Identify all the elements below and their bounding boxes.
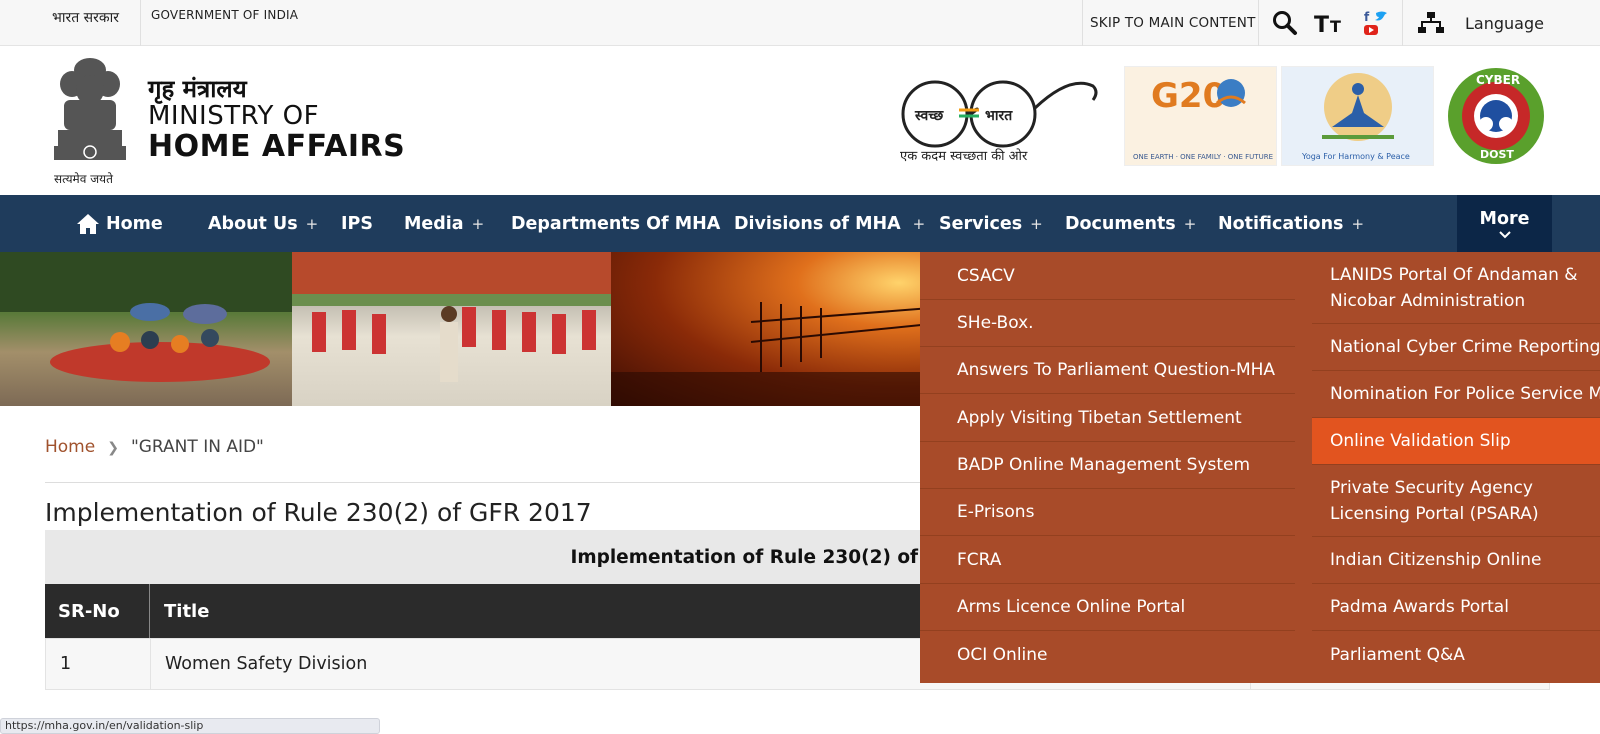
menu-item-citizenship[interactable]: Indian Citizenship Online xyxy=(1312,537,1600,584)
banner-image-parade xyxy=(292,252,611,406)
more-dropdown-menu: CSACV SHe-Box. Answers To Parliament Que… xyxy=(920,252,1600,683)
menu-item-she-box[interactable]: SHe-Box. xyxy=(920,300,1295,347)
svg-text:T: T xyxy=(1314,13,1329,35)
cyber-top-text: CYBER xyxy=(1476,73,1520,87)
nav-notifications-label: Notifications xyxy=(1218,213,1344,234)
menu-item-parliament-qa[interactable]: Parliament Q&A xyxy=(1312,631,1600,678)
divider xyxy=(45,482,935,483)
expand-plus-icon: + xyxy=(305,214,319,233)
menu-item-psara[interactable]: Private Security Agency Licensing Portal… xyxy=(1312,465,1600,537)
nav-services[interactable]: Services + xyxy=(939,195,1043,252)
nav-more-label: More xyxy=(1479,208,1530,229)
sitemap-icon[interactable] xyxy=(1408,0,1454,46)
chevron-right-icon: ❯ xyxy=(107,440,119,456)
nav-ips[interactable]: IPS xyxy=(341,195,373,252)
site-header: सत्यमेव जयते गृह मंत्रालय MINISTRY OF HO… xyxy=(0,46,1600,195)
expand-plus-icon: + xyxy=(912,214,926,233)
banner-image-flood-rescue xyxy=(0,252,292,406)
ministry-name-line2: HOME AFFAIRS xyxy=(148,129,406,164)
menu-item-arms-licence[interactable]: Arms Licence Online Portal xyxy=(920,584,1295,631)
svg-text:T: T xyxy=(1330,17,1341,35)
g20-logo[interactable]: G20 ONE EARTH · ONE FAMILY · ONE FUTURE xyxy=(1124,66,1277,166)
nav-divisions[interactable]: Divisions of MHA + xyxy=(734,195,925,252)
menu-item-online-validation-slip[interactable]: Online Validation Slip xyxy=(1312,418,1600,465)
menu-item-padma-awards[interactable]: Padma Awards Portal xyxy=(1312,584,1600,631)
search-icon[interactable] xyxy=(1262,0,1308,46)
column-header-title: Title xyxy=(164,600,210,622)
cell-sr-no: 1 xyxy=(46,639,151,689)
expand-plus-icon: + xyxy=(1183,214,1197,233)
divider xyxy=(1082,0,1083,46)
language-selector[interactable]: Language xyxy=(1465,14,1544,33)
cyber-bottom-text: DOST xyxy=(1480,148,1514,161)
g20-text: G20 xyxy=(1151,76,1226,116)
nav-notifications[interactable]: Notifications + xyxy=(1218,195,1364,252)
nav-services-label: Services xyxy=(939,213,1023,234)
top-bar: भारत सरकार GOVERNMENT OF INDIA SKIP TO M… xyxy=(0,0,1600,46)
cell-title-link[interactable]: Women Safety Division xyxy=(151,639,367,689)
nav-more[interactable]: More xyxy=(1457,195,1552,252)
breadcrumb-current: "GRANT IN AID" xyxy=(130,437,264,457)
main-navigation: Home About Us + IPS Media + Departments Of… xyxy=(0,195,1600,252)
home-icon xyxy=(77,213,99,234)
ministry-name-line1: MINISTRY OF xyxy=(148,101,320,131)
government-hindi-label: भारत सरकार xyxy=(52,10,119,26)
cyber-dost-logo[interactable]: CYBER DOST xyxy=(1440,66,1552,166)
menu-item-parliament-answers[interactable]: Answers To Parliament Question-MHA xyxy=(920,347,1295,394)
menu-item-e-prisons[interactable]: E-Prisons xyxy=(920,489,1295,536)
divider xyxy=(140,0,141,46)
nav-divisions-label: Divisions of MHA xyxy=(734,213,901,234)
social-media-icon[interactable]: f xyxy=(1354,0,1400,46)
chevron-down-icon xyxy=(1498,230,1511,238)
menu-item-fcra[interactable]: FCRA xyxy=(920,536,1295,584)
banner-image-border-fence xyxy=(611,252,932,406)
nav-home-label: Home xyxy=(106,213,163,234)
menu-item-cyber-crime[interactable]: National Cyber Crime Reporting Portal xyxy=(1312,324,1600,371)
column-header-sr-no: SR-No xyxy=(45,584,150,638)
divider xyxy=(1258,0,1259,46)
skip-to-main-content-link[interactable]: SKIP TO MAIN CONTENT xyxy=(1090,15,1256,31)
breadcrumb: Home ❯ "GRANT IN AID" xyxy=(45,437,264,457)
menu-item-tibetan-settlement[interactable]: Apply Visiting Tibetan Settlement xyxy=(920,394,1295,442)
government-english-label: GOVERNMENT OF INDIA xyxy=(151,8,299,22)
nav-about-label: About Us xyxy=(208,213,298,234)
nav-ips-label: IPS xyxy=(341,213,373,234)
yoga-day-logo[interactable]: Yoga For Harmony & Peace xyxy=(1281,66,1434,166)
nav-home[interactable]: Home xyxy=(76,195,163,252)
nav-media-label: Media xyxy=(404,213,464,234)
svg-text:f: f xyxy=(1364,10,1370,24)
swachh-caption: एक कदम स्वच्छता की ओर xyxy=(900,149,1028,164)
page-title: Implementation of Rule 230(2) of GFR 201… xyxy=(45,498,592,527)
expand-plus-icon: + xyxy=(471,214,485,233)
menu-item-csacv[interactable]: CSACV xyxy=(920,252,1295,300)
menu-item-badp[interactable]: BADP Online Management System xyxy=(920,442,1295,489)
nav-media[interactable]: Media + xyxy=(404,195,484,252)
swachh-right-text: भारत xyxy=(985,108,1013,124)
text-size-icon[interactable]: TT xyxy=(1308,0,1354,46)
browser-status-url: https://mha.gov.in/en/validation-slip xyxy=(0,718,380,734)
expand-plus-icon: + xyxy=(1351,214,1365,233)
menu-item-oci-online[interactable]: OCI Online xyxy=(920,631,1295,678)
g20-tagline: ONE EARTH · ONE FAMILY · ONE FUTURE xyxy=(1133,153,1273,161)
swachh-left-text: स्वच्छ xyxy=(914,108,944,124)
emblem-caption: सत्यमेव जयते xyxy=(54,172,113,186)
nav-documents[interactable]: Documents + xyxy=(1065,195,1196,252)
nav-departments-label: Departments Of MHA xyxy=(511,213,721,234)
expand-plus-icon: + xyxy=(1030,214,1043,233)
national-emblem-logo[interactable] xyxy=(50,56,130,181)
nav-documents-label: Documents xyxy=(1065,213,1176,234)
yoga-tagline: Yoga For Harmony & Peace xyxy=(1301,152,1410,161)
menu-item-police-medals[interactable]: Nomination For Police Service Medals xyxy=(1312,371,1600,418)
nav-departments[interactable]: Departments Of MHA xyxy=(511,195,720,252)
nav-about-us[interactable]: About Us + xyxy=(208,195,318,252)
divider xyxy=(1402,0,1403,46)
breadcrumb-home-link[interactable]: Home xyxy=(45,437,95,457)
menu-item-lanids[interactable]: LANIDS Portal Of Andaman & Nicobar Admin… xyxy=(1312,252,1600,324)
